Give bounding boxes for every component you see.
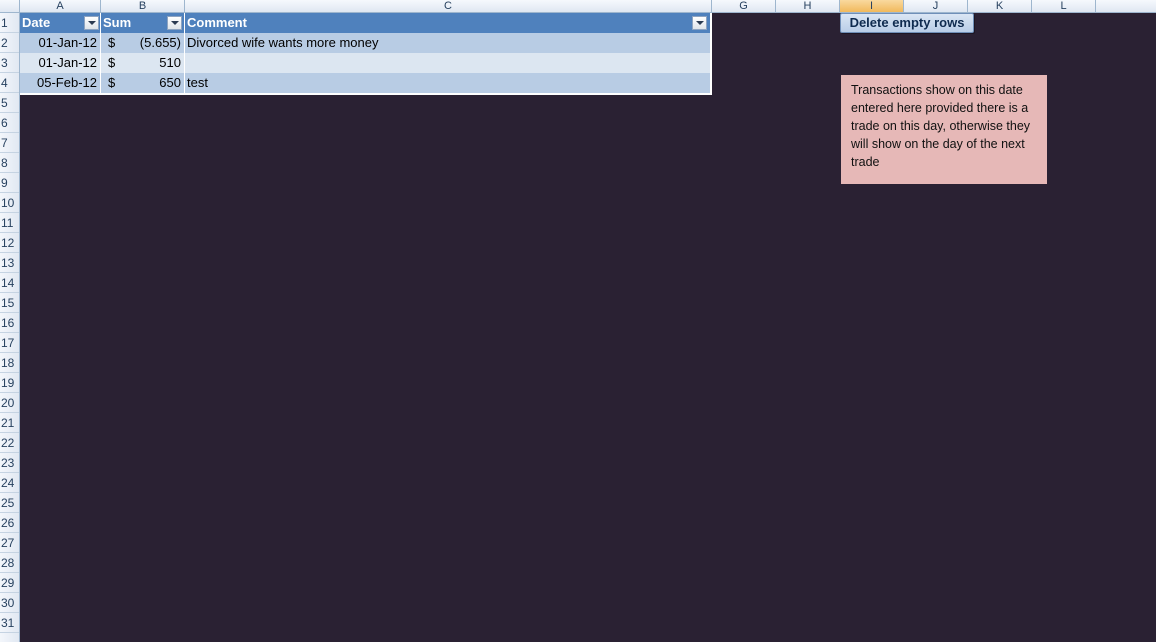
sum-cell[interactable]: $ (5.655) bbox=[101, 33, 185, 53]
row-header[interactable]: 11 bbox=[0, 213, 19, 233]
spreadsheet: A B C G H I J K L 1 2 3 4 5 6 7 8 9 10 11 12 13 14 15 1… bbox=[0, 0, 1156, 642]
row-header[interactable]: 9 bbox=[0, 173, 19, 193]
row-header[interactable]: 2 bbox=[0, 33, 19, 53]
sum-value: (5.655) bbox=[139, 35, 181, 50]
row-header[interactable]: 17 bbox=[0, 333, 19, 353]
row-header[interactable]: 23 bbox=[0, 453, 19, 473]
filter-dropdown-icon[interactable] bbox=[692, 16, 707, 30]
column-header-i[interactable]: I bbox=[840, 0, 904, 12]
row-header[interactable]: 5 bbox=[0, 93, 19, 113]
date-cell[interactable]: 05-Feb-12 bbox=[20, 73, 101, 93]
header-comment-label: Comment bbox=[187, 15, 247, 30]
row-header[interactable]: 16 bbox=[0, 313, 19, 333]
table-header-row: Date Sum Comment bbox=[20, 13, 710, 33]
column-header-j[interactable]: J bbox=[904, 0, 968, 12]
date-cell[interactable]: 01-Jan-12 bbox=[20, 53, 101, 73]
date-cell[interactable]: 01-Jan-12 bbox=[20, 33, 101, 53]
row-header[interactable]: 31 bbox=[0, 613, 19, 633]
column-header-k[interactable]: K bbox=[968, 0, 1032, 12]
currency-symbol: $ bbox=[108, 75, 116, 90]
row-header[interactable]: 14 bbox=[0, 273, 19, 293]
row-header[interactable]: 12 bbox=[0, 233, 19, 253]
row-header[interactable]: 28 bbox=[0, 553, 19, 573]
sum-value: 650 bbox=[159, 75, 181, 90]
row-header[interactable]: 22 bbox=[0, 433, 19, 453]
row-header[interactable]: 8 bbox=[0, 153, 19, 173]
header-date-label: Date bbox=[22, 15, 51, 30]
filter-dropdown-icon[interactable] bbox=[167, 16, 182, 30]
column-headers: A B C G H I J K L bbox=[0, 0, 1156, 13]
row-header[interactable]: 30 bbox=[0, 593, 19, 613]
table-row: 01-Jan-12 $ 510 bbox=[20, 53, 710, 73]
column-header-c[interactable]: C bbox=[185, 0, 712, 12]
row-header[interactable]: 10 bbox=[0, 193, 19, 213]
row-header[interactable]: 15 bbox=[0, 293, 19, 313]
table-row: 05-Feb-12 $ 650 test bbox=[20, 73, 710, 93]
row-header[interactable]: 21 bbox=[0, 413, 19, 433]
row-header[interactable]: 1 bbox=[0, 13, 19, 33]
header-cell-sum[interactable]: Sum bbox=[101, 13, 185, 33]
row-header[interactable]: 7 bbox=[0, 133, 19, 153]
currency-symbol: $ bbox=[108, 55, 116, 70]
note-box: Transactions show on this date entered h… bbox=[841, 75, 1047, 184]
row-header[interactable]: 29 bbox=[0, 573, 19, 593]
header-sum-label: Sum bbox=[103, 15, 132, 30]
comment-cell[interactable]: test bbox=[185, 73, 710, 93]
select-all-corner[interactable] bbox=[0, 0, 20, 12]
row-header[interactable]: 3 bbox=[0, 53, 19, 73]
column-header-l[interactable]: L bbox=[1032, 0, 1096, 12]
column-header-h[interactable]: H bbox=[776, 0, 840, 12]
row-header[interactable]: 13 bbox=[0, 253, 19, 273]
comment-cell[interactable] bbox=[185, 53, 710, 73]
delete-empty-rows-button[interactable]: Delete empty rows bbox=[840, 13, 974, 33]
transactions-table: Date Sum Comment 01-Jan-12 $ (5.655) Div… bbox=[20, 13, 712, 95]
row-header[interactable]: 19 bbox=[0, 373, 19, 393]
row-header[interactable]: 24 bbox=[0, 473, 19, 493]
row-header[interactable]: 4 bbox=[0, 73, 19, 93]
row-header[interactable]: 25 bbox=[0, 493, 19, 513]
filter-dropdown-icon[interactable] bbox=[84, 16, 99, 30]
column-header-g[interactable]: G bbox=[712, 0, 776, 12]
row-header[interactable]: 20 bbox=[0, 393, 19, 413]
table-row: 01-Jan-12 $ (5.655) Divorced wife wants … bbox=[20, 33, 710, 53]
row-header[interactable]: 6 bbox=[0, 113, 19, 133]
currency-symbol: $ bbox=[108, 35, 116, 50]
row-header[interactable]: 27 bbox=[0, 533, 19, 553]
header-cell-date[interactable]: Date bbox=[20, 13, 101, 33]
comment-cell[interactable]: Divorced wife wants more money bbox=[185, 33, 710, 53]
column-header-b[interactable]: B bbox=[101, 0, 185, 12]
row-headers: 1 2 3 4 5 6 7 8 9 10 11 12 13 14 15 16 17 18 19 20 21 22 23 24 2… bbox=[0, 13, 20, 642]
sum-cell[interactable]: $ 510 bbox=[101, 53, 185, 73]
sum-value: 510 bbox=[159, 55, 181, 70]
header-cell-comment[interactable]: Comment bbox=[185, 13, 710, 33]
column-header-a[interactable]: A bbox=[20, 0, 101, 12]
row-header[interactable]: 18 bbox=[0, 353, 19, 373]
sum-cell[interactable]: $ 650 bbox=[101, 73, 185, 93]
row-header[interactable]: 26 bbox=[0, 513, 19, 533]
